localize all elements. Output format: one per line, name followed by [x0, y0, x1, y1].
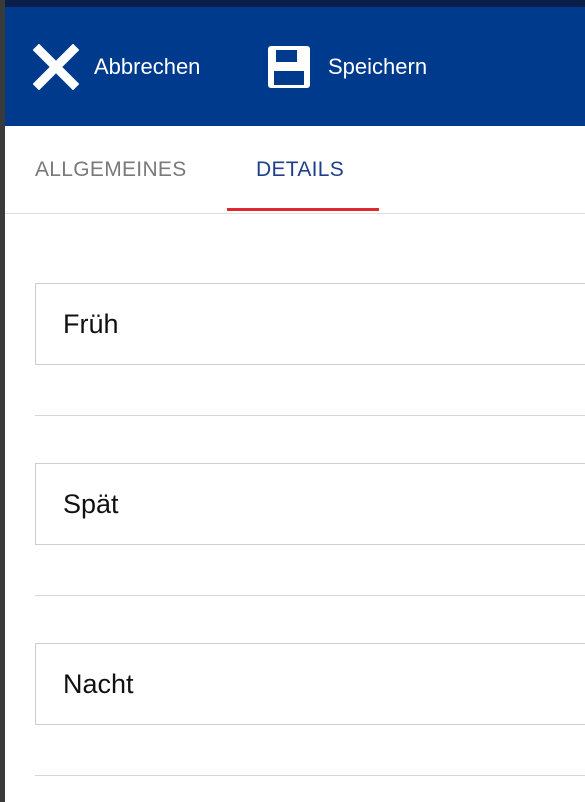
save-button[interactable]: Speichern — [267, 7, 427, 126]
shift-name-field-spaet[interactable]: Spät — [35, 463, 585, 545]
save-button-label: Speichern — [328, 53, 428, 79]
cancel-button-label: Abbrechen — [94, 53, 201, 79]
app-frame: Abbrechen Speichern ALLGEMEINES DETAILS … — [0, 0, 585, 802]
active-tab-indicator — [227, 208, 379, 211]
shift-name-field-frueh[interactable]: Früh — [35, 283, 585, 365]
cancel-button[interactable]: Abbrechen — [33, 7, 200, 126]
tab-allgemeines[interactable]: ALLGEMEINES — [35, 126, 187, 213]
close-icon — [33, 43, 79, 90]
window-left-edge — [0, 0, 5, 802]
tab-bar: ALLGEMEINES DETAILS — [5, 126, 585, 214]
action-toolbar: Abbrechen Speichern — [5, 7, 585, 126]
field-divider — [35, 775, 585, 776]
window-top-strip — [0, 0, 585, 7]
floppy-disk-icon — [267, 45, 311, 89]
field-divider — [35, 415, 585, 416]
tab-details[interactable]: DETAILS — [256, 126, 344, 213]
field-divider — [35, 595, 585, 596]
shift-name-field-nacht[interactable]: Nacht — [35, 643, 585, 725]
